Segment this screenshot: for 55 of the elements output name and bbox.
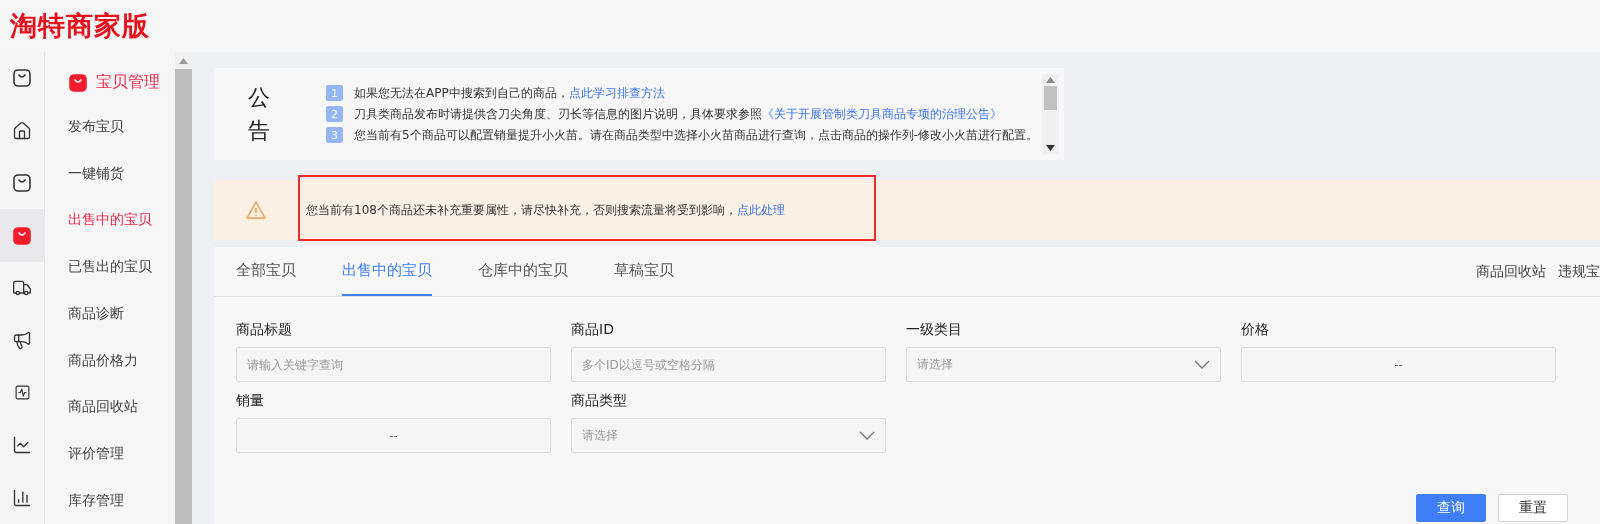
field-label: 一级类目 <box>906 321 963 339</box>
notice-text: 刀具类商品发布时请提供含刀尖角度、刃长等信息的图片说明，具体要求参照 <box>354 105 762 123</box>
menu-item[interactable]: 商品价格力 <box>45 337 175 384</box>
home-icon <box>12 120 32 141</box>
megaphone-icon <box>12 330 32 351</box>
scrollbar-thumb[interactable] <box>1044 86 1057 110</box>
menu-item[interactable]: 一键铺货 <box>45 150 175 198</box>
input-field[interactable]: 多个ID以逗号或空格分隔 <box>571 347 886 382</box>
side-link[interactable]: 违规宝 <box>1558 262 1600 281</box>
warning-icon <box>246 201 266 219</box>
warning-link[interactable]: 点此处理 <box>736 201 785 219</box>
notice-link[interactable]: 点此学习排查方法 <box>568 84 665 102</box>
number-badge: 2 <box>326 106 343 122</box>
reset-button[interactable]: 重置 <box>1498 494 1568 522</box>
field-label: 价格 <box>1241 321 1270 339</box>
bar-chart-icon <box>12 487 32 508</box>
menu-item[interactable]: 出售中的宝贝 <box>45 197 175 244</box>
chart-icon <box>13 384 31 402</box>
menu-item[interactable]: 评价管理 <box>45 430 175 478</box>
bag-icon <box>68 72 88 93</box>
logo: 淘特商家版 <box>10 9 150 43</box>
input-field[interactable]: 请输入关键字查询 <box>236 347 551 382</box>
field-label: 商品类型 <box>571 392 628 410</box>
tab[interactable]: 仓库中的宝贝 <box>478 247 568 296</box>
tab[interactable]: 全部宝贝 <box>236 247 296 296</box>
chevron-down-icon <box>859 431 875 440</box>
number-badge: 1 <box>326 85 343 101</box>
field-label: 销量 <box>236 392 265 410</box>
notice-link[interactable]: 《关于开展管制类刀具商品专项的治理公告》 <box>762 105 1002 123</box>
line-chart-icon <box>12 435 32 456</box>
notice-text: 您当前有5个商品可以配置销量提升小火苗。请在商品类型中选择小火苗商品进行查询，点击商品的操作列-修改小火苗进行配置。 <box>354 126 1038 144</box>
range-field[interactable]: -- <box>1241 347 1556 382</box>
up-arrow-icon <box>1046 74 1055 86</box>
field-label: 商品ID <box>571 321 615 339</box>
menu-title: 宝贝管理 <box>96 72 160 94</box>
menu-item[interactable]: 商品回收站 <box>45 383 175 431</box>
warning-text: 您当前有108个商品还未补充重要属性，请尽快补充，否则搜索流量将受到影响， <box>306 201 737 219</box>
number-badge: 3 <box>326 127 343 143</box>
field-label: 商品标题 <box>236 321 293 339</box>
scrollbar[interactable] <box>175 52 192 524</box>
notice-title: 公告 <box>248 84 270 145</box>
range-field[interactable]: -- <box>236 418 551 453</box>
up-arrow-icon <box>179 57 188 64</box>
down-arrow-icon <box>1046 142 1055 154</box>
search-button[interactable]: 查询 <box>1416 494 1486 522</box>
notice-text: 如果您无法在APP中搜索到自己的商品， <box>354 84 569 102</box>
tab[interactable]: 出售中的宝贝 <box>342 247 432 296</box>
scrollbar[interactable] <box>1042 74 1059 154</box>
side-link[interactable]: 商品回收站 <box>1476 262 1546 281</box>
menu-item[interactable]: 发布宝贝 <box>45 103 175 151</box>
menu-item[interactable]: 已售出的宝贝 <box>45 243 175 291</box>
chevron-down-icon <box>1194 360 1210 369</box>
menu-item[interactable]: 库存管理 <box>45 477 175 524</box>
menu-item[interactable]: 商品诊断 <box>45 290 175 338</box>
tab[interactable]: 草稿宝贝 <box>614 247 674 296</box>
